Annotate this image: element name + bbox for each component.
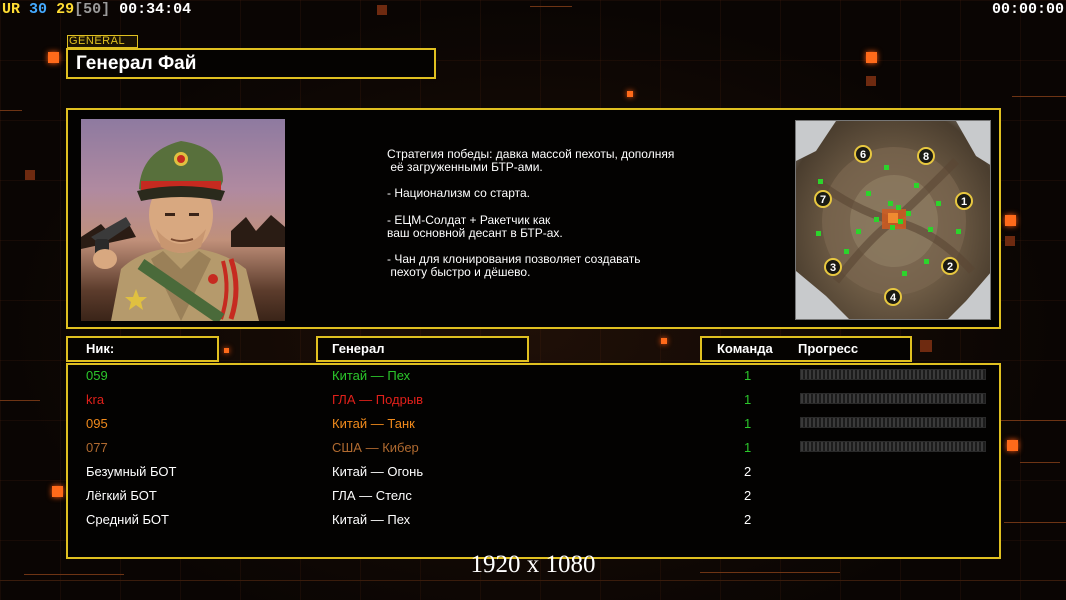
- strategy-description: Стратегия победы: давка массой пехоты, д…: [387, 147, 747, 280]
- column-header-general: Генерал: [316, 336, 529, 362]
- deco-line: [0, 110, 22, 111]
- player-row[interactable]: 077 США — Кибер 1: [68, 437, 999, 461]
- strategy-line: пехоту быстро и дёшево.: [387, 265, 531, 280]
- deco-square: [920, 340, 932, 352]
- deco-square: [627, 91, 633, 97]
- hud-value-b: 29: [56, 1, 75, 18]
- start-position-marker[interactable]: 3: [824, 258, 842, 276]
- player-nick: 095: [86, 416, 108, 431]
- deco-square: [866, 52, 877, 63]
- player-nick: Лёгкий БОТ: [86, 488, 157, 503]
- deco-square: [1007, 440, 1018, 451]
- general-portrait: [81, 119, 285, 321]
- start-position-marker[interactable]: 8: [917, 147, 935, 165]
- player-team: 2: [744, 488, 752, 503]
- player-team: 1: [744, 368, 752, 383]
- map-preview[interactable]: 1 2 3 4 6 7 8: [795, 120, 991, 320]
- player-row[interactable]: Средний БОТ Китай — Пех 2: [68, 509, 999, 533]
- start-position-marker[interactable]: 7: [814, 190, 832, 208]
- deco-line: [1020, 462, 1060, 463]
- general-info-panel: Стратегия победы: давка массой пехоты, д…: [66, 108, 1001, 329]
- strategy-line: - ЕЦМ-Солдат + Ракетчик как: [387, 212, 551, 227]
- player-row[interactable]: Безумный БОТ Китай — Огонь 2: [68, 461, 999, 485]
- deco-square: [661, 338, 667, 344]
- player-row[interactable]: 059 Китай — Пех 1: [68, 365, 999, 389]
- start-position-label: 8: [923, 151, 929, 163]
- start-position-label: 1: [961, 196, 967, 208]
- hud-countdown: 00:00:00: [991, 1, 1064, 18]
- strategy-line: [387, 201, 747, 214]
- resolution-label: 1920 x 1080: [470, 551, 596, 578]
- player-nick: Безумный БОТ: [86, 464, 177, 479]
- player-list: 059 Китай — Пех 1 kra ГЛА — Подрыв 1 095 Китай …: [66, 363, 1001, 559]
- deco-line: [530, 6, 572, 7]
- player-team: 2: [744, 464, 752, 479]
- player-nick: 077: [86, 440, 108, 455]
- player-progress-bar: [800, 441, 986, 452]
- strategy-line: - Национализм со старта.: [387, 186, 530, 201]
- hud-value-cap: [50]: [74, 1, 111, 18]
- player-progress-bar: [800, 393, 986, 404]
- player-general: ГЛА — Стелс: [332, 488, 412, 503]
- player-row[interactable]: kra ГЛА — Подрыв 1: [68, 389, 999, 413]
- player-nick: kra: [86, 392, 105, 407]
- player-team: 1: [744, 416, 752, 431]
- column-header-team-progress: Команда Прогресс: [700, 336, 912, 362]
- start-position-label: 2: [947, 261, 953, 273]
- map-terrain: 1 2 3 4 6 7 8: [796, 121, 990, 319]
- deco-line: [1000, 420, 1066, 421]
- deco-line: [0, 580, 1066, 581]
- column-header-team: Команда: [717, 341, 773, 356]
- deco-square: [48, 52, 59, 63]
- general-tag: GENERAL: [67, 35, 138, 48]
- start-position-marker[interactable]: 2: [941, 257, 959, 275]
- deco-square: [1005, 215, 1016, 226]
- start-position-marker[interactable]: 1: [955, 192, 973, 210]
- strategy-line: её загруженными БТР-ами.: [387, 160, 543, 175]
- player-progress-bar: [800, 369, 986, 380]
- start-position-label: 4: [890, 292, 897, 304]
- start-position-label: 3: [830, 262, 836, 274]
- player-general: Китай — Огонь: [332, 464, 424, 479]
- player-nick: 059: [86, 368, 108, 383]
- general-name: Генерал Фай: [66, 48, 436, 79]
- column-header-nick: Ник:: [66, 336, 219, 362]
- hud-stats: UR 30 29[50] 00:34:04: [2, 1, 191, 18]
- deco-square: [866, 76, 876, 86]
- player-general: Китай — Танк: [332, 416, 415, 431]
- player-general: США — Кибер: [332, 440, 419, 455]
- column-header-progress: Прогресс: [798, 341, 859, 356]
- player-team: 2: [744, 512, 752, 527]
- player-row[interactable]: 095 Китай — Танк 1: [68, 413, 999, 437]
- deco-square: [377, 5, 387, 15]
- player-team: 1: [744, 440, 752, 455]
- strategy-line: ваш основной десант в БТР-ах.: [387, 225, 563, 240]
- general-portrait-image: [81, 141, 285, 321]
- player-general: Китай — Пех: [332, 368, 411, 383]
- hud-value-a: 30: [29, 1, 48, 18]
- deco-line: [1012, 96, 1066, 97]
- deco-square: [224, 348, 229, 353]
- player-row[interactable]: Лёгкий БОТ ГЛА — Стелс 2: [68, 485, 999, 509]
- deco-square: [52, 486, 63, 497]
- player-team: 1: [744, 392, 752, 407]
- player-progress-bar: [800, 417, 986, 428]
- player-general: Китай — Пех: [332, 512, 411, 527]
- deco-square: [1005, 236, 1015, 246]
- start-position-marker[interactable]: 4: [884, 288, 902, 306]
- deco-line: [0, 400, 40, 401]
- deco-line: [1004, 522, 1066, 523]
- player-nick: Средний БОТ: [86, 512, 169, 527]
- hud-ur-label: UR: [2, 1, 21, 18]
- hud-elapsed-time: 00:34:04: [119, 1, 192, 18]
- player-general: ГЛА — Подрыв: [332, 392, 424, 407]
- start-position-marker[interactable]: 6: [854, 145, 872, 163]
- deco-square: [25, 170, 35, 180]
- start-position-label: 6: [860, 149, 866, 161]
- start-position-label: 7: [820, 194, 826, 206]
